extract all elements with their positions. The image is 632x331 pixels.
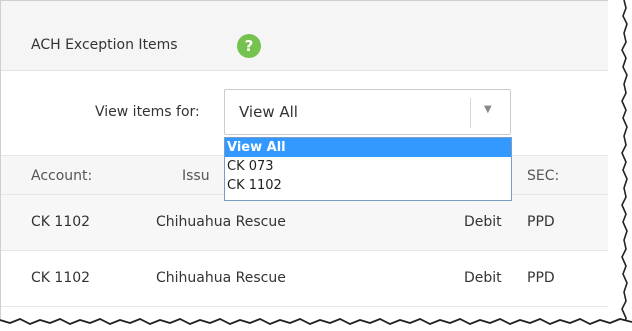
column-header-account[interactable]: Account: bbox=[31, 168, 92, 184]
help-icon[interactable]: ? bbox=[237, 34, 261, 58]
dropdown-option-ck-1102[interactable]: CK 1102 bbox=[225, 176, 511, 195]
cell-issuer: Chihuahua Rescue bbox=[156, 270, 286, 286]
cell-sec: PPD bbox=[527, 270, 555, 286]
torn-edge-bottom bbox=[0, 318, 632, 331]
table-row[interactable]: CK 1102 Chihuahua Rescue Debit PPD bbox=[1, 195, 624, 251]
cell-account: CK 1102 bbox=[31, 214, 91, 230]
torn-edge-right bbox=[608, 0, 632, 331]
cell-sec: PPD bbox=[527, 214, 555, 230]
ach-exception-panel: ACH Exception Items ? View items for: Vi… bbox=[0, 0, 624, 323]
cell-account: CK 1102 bbox=[31, 270, 91, 286]
view-items-select[interactable]: View All ▼ bbox=[224, 89, 511, 135]
cell-issuer: Chihuahua Rescue bbox=[156, 214, 286, 230]
column-header-sec[interactable]: SEC: bbox=[527, 168, 559, 184]
select-current-value: View All bbox=[239, 103, 298, 121]
column-header-issuer[interactable]: Issu bbox=[182, 168, 210, 184]
view-items-dropdown-list: View All CK 073 CK 1102 bbox=[224, 137, 512, 201]
dropdown-option-ck-073[interactable]: CK 073 bbox=[225, 157, 511, 176]
view-items-label: View items for: bbox=[95, 104, 200, 120]
panel-header: ACH Exception Items ? bbox=[1, 1, 624, 71]
select-divider bbox=[470, 98, 471, 128]
cell-type: Debit bbox=[464, 270, 502, 286]
dropdown-option-view-all[interactable]: View All bbox=[225, 138, 511, 157]
panel-title: ACH Exception Items bbox=[31, 37, 178, 53]
table-row[interactable]: CK 1102 Chihuahua Rescue Debit PPD bbox=[1, 251, 624, 307]
chevron-down-icon[interactable]: ▼ bbox=[484, 104, 492, 115]
cell-type: Debit bbox=[464, 214, 502, 230]
